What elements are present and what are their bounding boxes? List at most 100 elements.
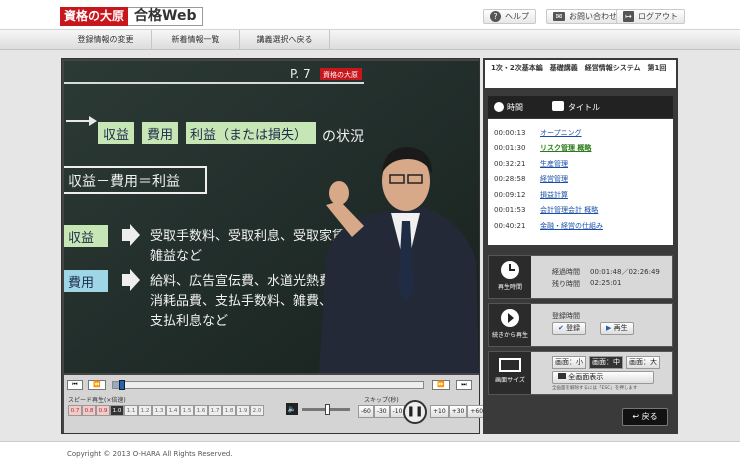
speech-icon <box>552 101 564 111</box>
speed-button[interactable]: 1.8 <box>222 405 236 416</box>
player-controls: ⏮ ⏪ ⏩ ⏭ スピード再生(×倍速) 0.7 0.8 0.9 1.0 1.1 1.2 1.… <box>64 375 487 433</box>
chapter-link[interactable]: オープニング <box>540 128 582 138</box>
chapter-link[interactable]: 損益計算 <box>540 190 568 200</box>
back-button[interactable]: ↩ 戻る <box>622 408 668 426</box>
chapter-link[interactable]: 金融・経営の仕組み <box>540 221 603 231</box>
speed-button[interactable]: 1.7 <box>208 405 222 416</box>
replay-button[interactable]: ▶ 再生 <box>600 322 634 335</box>
logout-link[interactable]: ↦ ログアウト <box>616 9 685 24</box>
slide-exp-text-2: 消耗品費、支払手数料、雑費、 <box>150 293 332 309</box>
help-label: ヘルプ <box>505 12 529 21</box>
chapter-time: 00:28:58 <box>494 175 526 184</box>
volume-slider[interactable] <box>302 404 350 415</box>
slide-rev-label: 収益 <box>68 231 94 246</box>
seek-bar[interactable] <box>112 380 424 390</box>
skip-fwd-10[interactable]: +10 <box>430 405 449 418</box>
register-button[interactable]: ✔ 登録 <box>552 322 587 335</box>
elapsed-label: 経過時間 <box>552 268 580 276</box>
logo-brand: 資格の大原 <box>60 6 129 26</box>
slide-item-1: 費用 <box>147 128 173 143</box>
replay-button-label: 再生 <box>613 324 628 332</box>
mail-icon: ✉ <box>553 12 565 21</box>
menu-profile[interactable]: 登録情報の変更 <box>60 30 152 50</box>
slide-exp-label: 費用 <box>68 276 94 291</box>
fast-forward-button[interactable]: ⏩ <box>432 380 450 390</box>
speed-button[interactable]: 1.3 <box>152 405 166 416</box>
speed-button[interactable]: 1.6 <box>194 405 208 416</box>
skip-start-button[interactable]: ⏮ <box>67 380 83 390</box>
speed-button[interactable]: 1.5 <box>180 405 194 416</box>
chapter-time: 00:09:12 <box>494 190 526 199</box>
monitor-icon <box>499 358 521 372</box>
speed-button[interactable]: 1.2 <box>138 405 152 416</box>
chapter-row[interactable]: 00:28:58 経営管理 <box>488 172 673 188</box>
skip-fwd-30[interactable]: +30 <box>448 405 468 418</box>
chapter-row[interactable]: 00:40:21 金融・経営の仕組み <box>488 218 673 234</box>
video-player: P. 7 資格の大原 収益 費用 利益（または損失） の状況 収益－費用＝利益 … <box>61 58 487 434</box>
slide-rev-text-1: 受取手数料、受取利息、受取家賃 <box>150 228 345 244</box>
speed-button[interactable]: 1.9 <box>236 405 250 416</box>
chapter-row[interactable]: 00:01:30 リスク管理 概略 <box>488 141 673 157</box>
rewind-button[interactable]: ⏪ <box>88 380 106 390</box>
speed-button[interactable]: 1.0 <box>110 405 124 416</box>
slide-item-0: 収益 <box>103 128 129 143</box>
chapter-row[interactable]: 00:32:21 生産管理 <box>488 156 673 172</box>
contact-link[interactable]: ✉ お問い合わせ <box>546 9 624 24</box>
skip-end-button[interactable]: ⏭ <box>456 380 472 390</box>
toc-header-title: タイトル <box>568 103 600 112</box>
skip-back-group: -60 -30 -10 <box>358 405 406 418</box>
chapter-list: 00:00:13 オープニング 00:01:30 リスク管理 概略 00:32:21 生産… <box>488 119 673 245</box>
chapter-row[interactable]: 00:09:12 損益計算 <box>488 187 673 203</box>
play-circle-icon <box>501 309 519 327</box>
size-small-button[interactable]: 画面：小 <box>552 356 586 369</box>
clock-icon <box>494 102 504 112</box>
logout-label: ログアウト <box>638 12 678 21</box>
size-large-button[interactable]: 画面：大 <box>626 356 660 369</box>
return-icon: ↩ <box>632 412 640 421</box>
lecture-title: 1次・2次基本編 基礎講義 経営情報システム 第1回 <box>485 60 676 88</box>
play-arrow-icon: ▶ <box>606 324 612 332</box>
logo-web: 合格Web <box>128 6 204 26</box>
site-logo[interactable]: 資格の大原 合格Web <box>60 6 204 26</box>
help-link[interactable]: ? ヘルプ <box>483 9 536 24</box>
speed-button[interactable]: 0.7 <box>68 405 82 416</box>
chapter-link[interactable]: 経営管理 <box>540 174 568 184</box>
speed-button[interactable]: 0.9 <box>96 405 110 416</box>
speed-label: スピード再生(×倍速) <box>68 397 126 404</box>
seek-handle[interactable] <box>119 380 126 390</box>
skip-back-60[interactable]: -60 <box>358 405 374 418</box>
fullscreen-button[interactable]: 全画面表示 <box>552 371 654 384</box>
slide-suffix: の状況 <box>322 129 364 145</box>
size-mid-button[interactable]: 画面：中 <box>589 356 623 369</box>
skip-label: スキップ(秒) <box>364 397 399 404</box>
chapter-time: 00:01:30 <box>494 144 526 153</box>
chapter-link[interactable]: 会計管理会計 概略 <box>540 205 598 215</box>
clock-icon <box>501 261 519 279</box>
fullscreen-icon <box>558 373 566 379</box>
pause-button[interactable]: ❚❚ <box>403 400 427 424</box>
play-time-label: 再生時間 <box>497 284 522 291</box>
skip-back-30[interactable]: -30 <box>373 405 390 418</box>
chapter-row[interactable]: 00:01:53 会計管理会計 概略 <box>488 203 673 219</box>
speed-button[interactable]: 1.4 <box>166 405 180 416</box>
slide-formula: 収益－費用＝利益 <box>68 174 180 190</box>
chapter-row[interactable]: 00:00:13 オープニング <box>488 125 673 141</box>
speed-button[interactable]: 2.0 <box>250 405 264 416</box>
menu-back-to-lectures[interactable]: 講義選択へ戻る <box>240 30 330 50</box>
skip-fwd-group: +10 +30 +60 <box>430 405 487 418</box>
resume-box: 続きから再生 登録時間 ✔ 登録 ▶ 再生 <box>488 303 673 347</box>
video-frame[interactable]: P. 7 資格の大原 収益 費用 利益（または損失） の状況 収益－費用＝利益 … <box>64 61 479 373</box>
play-time-box: 再生時間 経過時間 00:01:48／02:26:49 残り時間 02:25:0… <box>488 255 673 299</box>
resume-tile[interactable]: 続きから再生 <box>489 304 531 346</box>
toc-header-time: 時間 <box>507 103 523 112</box>
chapter-time: 00:32:21 <box>494 159 526 168</box>
chapter-link[interactable]: リスク管理 概略 <box>540 143 591 153</box>
volume-handle[interactable] <box>325 404 331 415</box>
speed-button[interactable]: 1.1 <box>124 405 138 416</box>
menu-news[interactable]: 新着情報一覧 <box>152 30 240 50</box>
speed-button[interactable]: 0.8 <box>82 405 96 416</box>
slide-page: P. 7 <box>290 67 311 81</box>
chapter-link[interactable]: 生産管理 <box>540 159 568 169</box>
fullscreen-button-label: 全画面表示 <box>568 373 604 381</box>
speaker-icon[interactable]: 🔈 <box>286 403 298 415</box>
